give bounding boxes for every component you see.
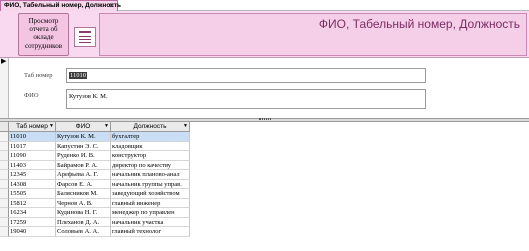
- table-row[interactable]: 11090 Руденко И. В. конструктор: [0, 151, 190, 161]
- cell-fio[interactable]: Фарсов Е. А.: [56, 179, 111, 189]
- form-header: Просмотр отчета об окладе сотрудников ФИ…: [0, 11, 529, 58]
- column-header-fio[interactable]: ФИО ▼: [56, 122, 111, 132]
- cell-fio[interactable]: Кудинова Н. Г.: [56, 208, 111, 218]
- cell-fio[interactable]: Арефьева А. Г.: [56, 170, 111, 180]
- record-selector[interactable]: ▶: [0, 58, 9, 118]
- row-selector[interactable]: [0, 198, 9, 208]
- table-row[interactable]: 11010 Кутузов К. М. бухгалтер: [0, 132, 190, 142]
- current-record-icon: ▶: [1, 58, 7, 65]
- document-tab-title: ФИО, Табельный номер, Должность: [4, 2, 122, 9]
- cell-position[interactable]: главный инженер: [111, 198, 190, 208]
- table-row[interactable]: 16234 Кудинова Н. Г. менеджер по управле…: [0, 208, 190, 218]
- row-selector[interactable]: [0, 217, 9, 227]
- column-header-label: Таб номер: [16, 123, 48, 130]
- row-selector[interactable]: [0, 151, 9, 161]
- select-all-corner[interactable]: [0, 122, 9, 132]
- cell-position[interactable]: конструктор: [111, 151, 190, 161]
- cell-position[interactable]: начальник планово-анал: [111, 170, 190, 180]
- form-detail: ▶ Таб номер 11010 ФИО Кутузов К. М.: [0, 58, 529, 118]
- cell-position[interactable]: бухгалтер: [111, 132, 190, 142]
- cell-tab-number[interactable]: 16234: [9, 208, 56, 218]
- table-row[interactable]: 19040 Соловьев А. А. главный технолог: [0, 227, 190, 237]
- row-selector[interactable]: [0, 141, 9, 151]
- table-row[interactable]: 12345 Арефьева А. Г. начальник планово-а…: [0, 170, 190, 180]
- cell-position[interactable]: заведующий хозяйством: [111, 189, 190, 199]
- cell-tab-number[interactable]: 12345: [9, 170, 56, 180]
- cell-tab-number[interactable]: 19040: [9, 227, 56, 237]
- splitter-grip-icon[interactable]: [259, 118, 271, 120]
- cell-fio[interactable]: Кутузов К. М.: [56, 132, 111, 142]
- cell-tab-number[interactable]: 17259: [9, 217, 56, 227]
- table-row[interactable]: 11017 Капустин Э. С. кладовщик: [0, 141, 190, 151]
- cell-tab-number[interactable]: 15505: [9, 189, 56, 199]
- tab-number-label: Таб номер: [24, 72, 53, 79]
- cell-position[interactable]: менеджер по управлен: [111, 208, 190, 218]
- close-icon[interactable]: ×: [109, 1, 114, 11]
- dropdown-arrow-icon[interactable]: ▼: [104, 122, 109, 131]
- cell-position[interactable]: начальник участка: [111, 217, 190, 227]
- tab-number-value: 11010: [69, 72, 88, 79]
- column-header-label: ФИО: [75, 123, 91, 130]
- column-header-tab-number[interactable]: Таб номер ▼: [9, 122, 56, 132]
- cell-tab-number[interactable]: 11017: [9, 141, 56, 151]
- row-selector[interactable]: [0, 189, 9, 199]
- cell-position[interactable]: кладовщик: [111, 141, 190, 151]
- row-selector[interactable]: [0, 179, 9, 189]
- cell-fio[interactable]: Соловьев А. А.: [56, 227, 111, 237]
- cell-fio[interactable]: Плеханов Д. А.: [56, 217, 111, 227]
- row-selector[interactable]: [0, 160, 9, 170]
- dropdown-arrow-icon[interactable]: ▼: [183, 122, 188, 131]
- tab-number-field[interactable]: 11010: [66, 68, 426, 83]
- row-selector[interactable]: [0, 170, 9, 180]
- fio-field[interactable]: Кутузов К. М.: [66, 89, 426, 109]
- table-row[interactable]: 15812 Чернов А. В. главный инженер: [0, 198, 190, 208]
- cell-tab-number[interactable]: 11010: [9, 132, 56, 142]
- cell-fio[interactable]: Капустин Э. С.: [56, 141, 111, 151]
- document-tab-bar: ФИО, Табельный номер, Должность ×: [0, 0, 529, 11]
- datasheet: Таб номер ▼ ФИО ▼ Должность ▼ 11010 Кутузов…: [0, 122, 529, 251]
- cell-fio[interactable]: Руденко И. В.: [56, 151, 111, 161]
- cell-tab-number[interactable]: 11403: [9, 160, 56, 170]
- column-header-position[interactable]: Должность ▼: [111, 122, 190, 132]
- dropdown-arrow-icon[interactable]: ▼: [49, 122, 54, 131]
- table-row[interactable]: 14308 Фарсов Е. А. начальник группы упра…: [0, 179, 190, 189]
- cell-position[interactable]: директор по качеству: [111, 160, 190, 170]
- form-title-band: ФИО, Табельный номер, Должность: [99, 13, 527, 56]
- table-row[interactable]: 11403 Байрамов Р. А. директор по качеств…: [0, 160, 190, 170]
- cell-tab-number[interactable]: 15812: [9, 198, 56, 208]
- cell-tab-number[interactable]: 11090: [9, 151, 56, 161]
- document-tab[interactable]: ФИО, Табельный номер, Должность ×: [0, 0, 122, 11]
- fio-label: ФИО: [24, 92, 39, 99]
- fio-value: Кутузов К. М.: [69, 93, 108, 100]
- column-header-label: Должность: [133, 123, 167, 130]
- cell-position[interactable]: главный технолог: [111, 227, 190, 237]
- row-selector[interactable]: [0, 208, 9, 218]
- cell-fio[interactable]: Чернов А. В.: [56, 198, 111, 208]
- cell-fio[interactable]: Байрамов Р. А.: [56, 160, 111, 170]
- cell-position[interactable]: начальник группы управ.: [111, 179, 190, 189]
- row-selector[interactable]: [0, 227, 9, 237]
- form-title: ФИО, Табельный номер, Должность: [318, 17, 520, 31]
- table-row[interactable]: 15505 Балясников М. заведующий хозяйство…: [0, 189, 190, 199]
- row-selector[interactable]: [0, 132, 9, 142]
- table-row[interactable]: 17259 Плеханов Д. А. начальник участка: [0, 217, 190, 227]
- view-salary-report-button[interactable]: Просмотр отчета об окладе сотрудников: [18, 13, 69, 56]
- cell-fio[interactable]: Балясников М.: [56, 189, 111, 199]
- cell-tab-number[interactable]: 14308: [9, 179, 56, 189]
- form-icon: [74, 27, 96, 47]
